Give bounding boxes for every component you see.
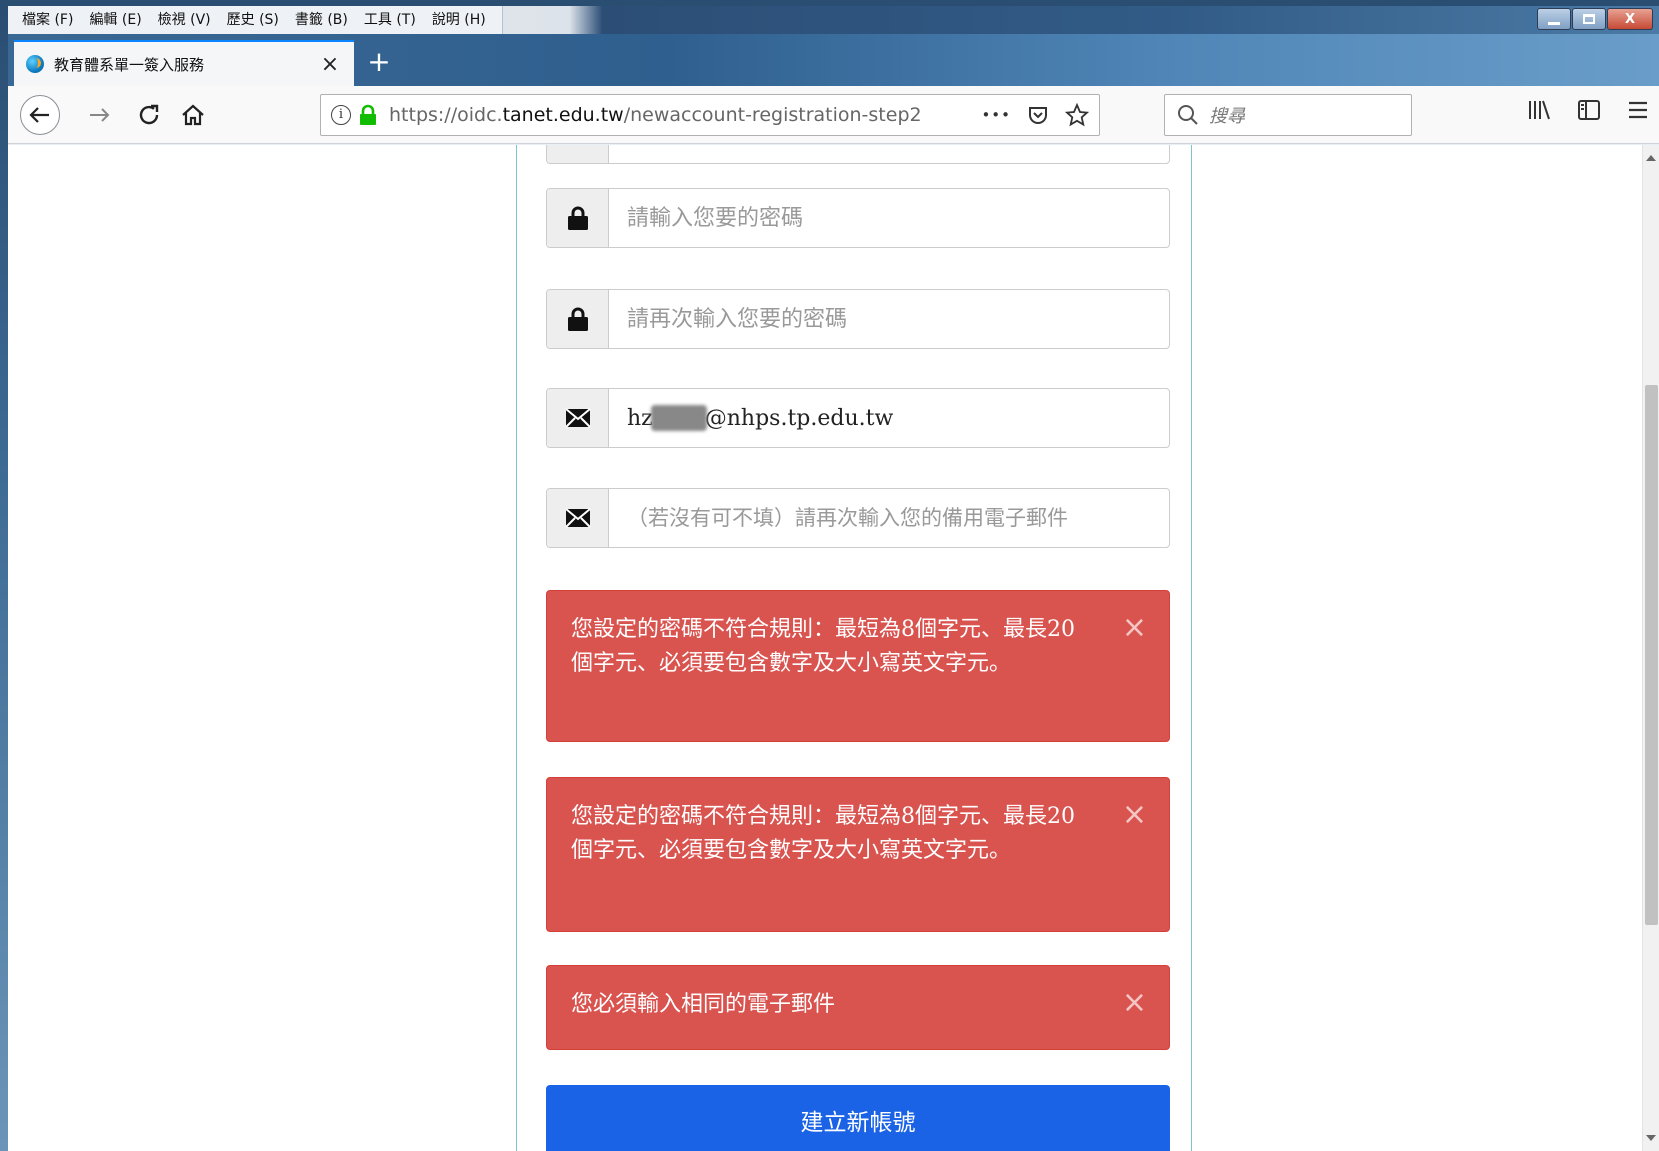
alert-close-icon[interactable]: ×: [1122, 800, 1147, 830]
url-text[interactable]: https://oidc.tanet.edu.tw/newaccount-reg…: [389, 104, 981, 126]
alert-message: 您必須輸入相同的電子郵件: [571, 992, 836, 1017]
email-group: hz @nhps.tp.edu.tw: [546, 388, 1170, 448]
search-placeholder: 搜尋: [1209, 106, 1245, 127]
alert-password-rule: 您設定的密碼不符合規則：最短為8個字元、最長20個字元、必須要包含數字及大小寫英…: [546, 590, 1170, 742]
tab-title: 教育體系單一簽入服務: [54, 55, 205, 74]
back-button[interactable]: [20, 95, 60, 135]
pocket-icon[interactable]: [1027, 104, 1049, 126]
back-arrow-icon: [29, 107, 49, 123]
library-icon[interactable]: [1527, 98, 1551, 122]
close-icon: X: [1624, 11, 1636, 27]
menu-list: 檔案 (F) 編輯 (E) 檢視 (V) 歷史 (S) 書籤 (B) 工具 (T…: [8, 6, 503, 34]
page-viewport: hz @nhps.tp.edu.tw 您設定的密碼不符合規則：最短為8個字元、最…: [8, 145, 1642, 1151]
url-actions: •••: [981, 103, 1089, 127]
menu-bookmarks[interactable]: 書籤 (B): [287, 6, 356, 34]
window-controls: X: [1536, 8, 1653, 30]
email-addon: [547, 389, 609, 447]
password-addon: [547, 189, 609, 247]
alert-message: 您設定的密碼不符合規則：最短為8個字元、最長20個字元、必須要包含數字及大小寫英…: [571, 617, 1075, 676]
alert-email-mismatch: 您必須輸入相同的電子郵件 ×: [546, 965, 1170, 1050]
reload-button[interactable]: [138, 104, 162, 126]
tab-strip: 教育體系單一簽入服務 × +: [8, 34, 1659, 86]
email-input[interactable]: hz @nhps.tp.edu.tw: [609, 389, 1169, 447]
alert-password-rule-confirm: 您設定的密碼不符合規則：最短為8個字元、最長20個字元、必須要包含數字及大小寫英…: [546, 777, 1170, 932]
menu-help[interactable]: 說明 (H): [424, 6, 494, 34]
lock-icon: [567, 206, 588, 230]
url-domain: tanet.edu.tw: [502, 104, 624, 126]
tab-active[interactable]: 教育體系單一簽入服務 ×: [14, 40, 354, 86]
menu-file[interactable]: 檔案 (F): [14, 6, 81, 34]
envelope-icon: [564, 508, 591, 528]
menu-bar: 檔案 (F) 編輯 (E) 檢視 (V) 歷史 (S) 書籤 (B) 工具 (T…: [8, 6, 1659, 34]
email-confirm-addon: [547, 489, 609, 547]
password-confirm-input[interactable]: [609, 290, 1169, 348]
forward-button[interactable]: [88, 106, 112, 124]
menu-edit[interactable]: 編輯 (E): [81, 6, 149, 34]
scroll-up-icon[interactable]: [1646, 155, 1656, 161]
alert-close-icon[interactable]: ×: [1122, 613, 1147, 643]
toolbar-icons: [1527, 98, 1649, 122]
browser-window: 檔案 (F) 編輯 (E) 檢視 (V) 歷史 (S) 書籤 (B) 工具 (T…: [8, 6, 1659, 1151]
menu-tools[interactable]: 工具 (T): [356, 6, 424, 34]
new-tab-button[interactable]: +: [364, 48, 394, 78]
email-prefix: hz: [627, 405, 653, 431]
url-path: /newaccount-registration-step2: [623, 104, 922, 126]
lock-icon: [567, 307, 588, 331]
redacted-text: [650, 405, 707, 431]
hamburger-menu-icon[interactable]: [1627, 98, 1649, 122]
vertical-scrollbar[interactable]: [1642, 145, 1659, 1151]
home-button[interactable]: [180, 104, 206, 126]
minimize-button[interactable]: [1537, 8, 1571, 30]
email-suffix: @nhps.tp.edu.tw: [704, 405, 894, 431]
email-confirm-input[interactable]: [609, 489, 1169, 547]
page-actions-icon[interactable]: •••: [981, 106, 1011, 124]
alert-message: 您設定的密碼不符合規則：最短為8個字元、最長20個字元、必須要包含數字及大小寫英…: [571, 804, 1075, 863]
password-confirm-group: [546, 289, 1170, 349]
scroll-thumb[interactable]: [1645, 385, 1658, 925]
alert-close-icon[interactable]: ×: [1122, 988, 1147, 1018]
input-group-partial: [546, 145, 1170, 164]
envelope-icon: [564, 408, 591, 428]
password-group: [546, 188, 1170, 248]
registration-form: hz @nhps.tp.edu.tw 您設定的密碼不符合規則：最短為8個字元、最…: [516, 145, 1192, 1151]
scroll-down-icon[interactable]: [1646, 1135, 1656, 1141]
minimize-icon: [1548, 21, 1560, 25]
maximize-button[interactable]: [1572, 8, 1606, 30]
url-host: https://oidc.: [389, 104, 503, 126]
navigation-bar: i https://oidc.tanet.edu.tw/newaccount-r…: [8, 86, 1659, 144]
search-icon: [1178, 105, 1198, 125]
site-info-icon[interactable]: i: [331, 105, 351, 125]
maximize-icon: [1583, 14, 1595, 24]
url-bar[interactable]: i https://oidc.tanet.edu.tw/newaccount-r…: [320, 94, 1100, 136]
bookmark-star-icon[interactable]: [1065, 103, 1089, 127]
create-account-button[interactable]: 建立新帳號: [546, 1085, 1170, 1151]
tab-close-icon[interactable]: ×: [318, 52, 342, 77]
site-favicon-icon: [26, 55, 44, 73]
menu-history[interactable]: 歷史 (S): [219, 6, 287, 34]
password-input[interactable]: [609, 189, 1169, 247]
menu-view[interactable]: 檢視 (V): [150, 6, 219, 34]
email-confirm-group: [546, 488, 1170, 548]
secure-lock-icon[interactable]: [359, 104, 377, 126]
password-confirm-addon: [547, 290, 609, 348]
sidebar-icon[interactable]: [1577, 98, 1601, 122]
close-window-button[interactable]: X: [1607, 8, 1653, 30]
search-bar[interactable]: 搜尋: [1164, 94, 1412, 136]
input-addon: [547, 145, 609, 163]
